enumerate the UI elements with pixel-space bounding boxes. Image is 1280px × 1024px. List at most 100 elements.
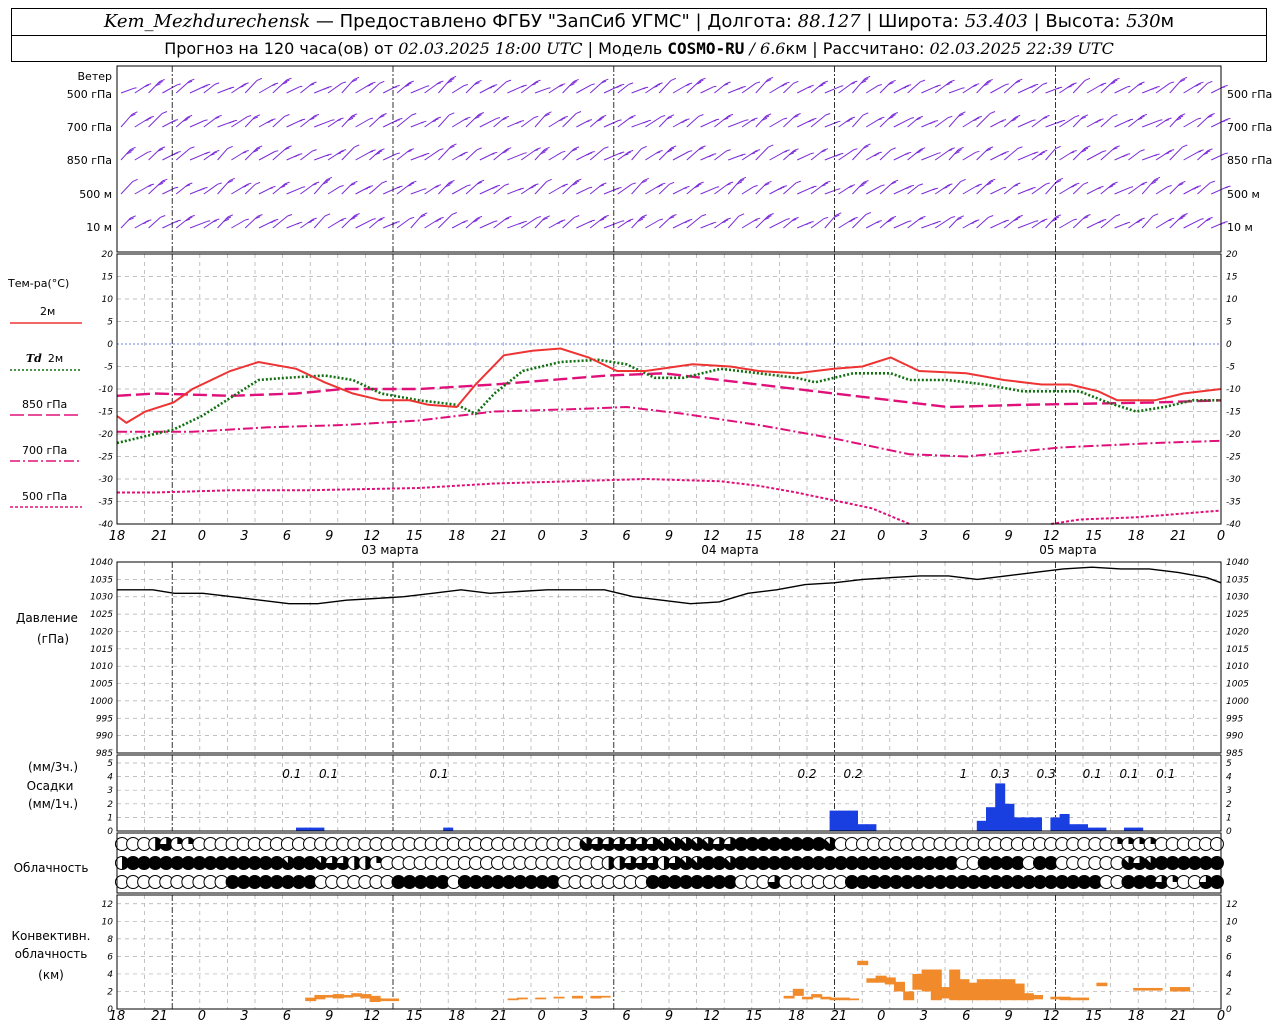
barb-feather: [1040, 151, 1045, 154]
x-tick-label: 21: [491, 1009, 508, 1024]
wind-barb: [769, 218, 790, 229]
barb-feather: [848, 118, 853, 121]
barb-feather: [656, 151, 661, 154]
barb-feather: [950, 79, 955, 83]
series-t500-tail: [1051, 509, 1222, 525]
wind-barb: [1072, 145, 1091, 161]
wind-barb: [300, 217, 317, 229]
barb-feather: [1072, 82, 1077, 85]
barb-feather: [1072, 150, 1077, 152]
barb-feather: [272, 185, 276, 188]
barb-shaft: [1183, 118, 1198, 128]
barb-feather: [177, 151, 181, 153]
barb-feather: [534, 149, 539, 152]
x-tick-label: 12: [363, 529, 380, 544]
wind-barb: [189, 83, 211, 94]
barb-feather: [1015, 182, 1021, 186]
wind-barb: [300, 81, 317, 94]
wind-barb: [162, 186, 179, 195]
wind-barb: [396, 180, 417, 195]
barb-feather: [311, 81, 317, 85]
pressure-tick-label: 1000: [1226, 697, 1249, 707]
precip-3h-total: 0.1: [1119, 767, 1138, 781]
x-tick-label: 18: [448, 529, 465, 544]
barb-feather: [494, 151, 498, 154]
barb-feather: [669, 181, 675, 185]
pressure-tick-label: 1005: [1226, 680, 1249, 690]
barb-feather: [1002, 152, 1007, 155]
barb-feather: [1075, 182, 1080, 185]
barb-feather: [204, 187, 208, 189]
wind-barb: [810, 113, 831, 128]
barb-shaft: [1072, 80, 1086, 94]
precip-tick-label: 0: [1226, 827, 1232, 837]
temp-tick-label: -20: [1226, 430, 1241, 440]
precip-3h-total: 0.1: [1083, 767, 1102, 781]
barb-feather: [326, 87, 329, 89]
wind-barb: [313, 176, 333, 195]
barb-feather: [1140, 217, 1145, 220]
temp-tick-label: -5: [1226, 363, 1235, 373]
barb-feather: [1170, 217, 1175, 220]
barb-feather: [793, 148, 799, 152]
barb-feather: [1152, 213, 1159, 217]
precip-3h-total: 0.1: [1156, 767, 1175, 781]
precip-bar: [986, 807, 996, 831]
wind-barb: [631, 119, 651, 128]
conv-tick-label: 6: [1226, 952, 1232, 962]
barb-feather: [202, 188, 205, 190]
wind-barb: [548, 183, 569, 195]
barb-feather: [161, 111, 168, 115]
barb-feather: [1224, 186, 1228, 189]
barb-shaft: [576, 187, 590, 195]
pressure-tick-label: 1030: [90, 593, 113, 603]
barb-feather: [738, 213, 745, 217]
barb-shaft: [658, 80, 672, 94]
wind-barb: [990, 119, 1007, 128]
precip-bar: [305, 827, 316, 831]
wind-barb: [1169, 76, 1188, 94]
x-tick-label: 21: [491, 529, 508, 544]
barb-feather: [1042, 149, 1048, 153]
barb-feather: [977, 115, 982, 118]
wind-barb: [755, 76, 774, 94]
barb-feather: [296, 222, 300, 225]
barb-feather: [1224, 221, 1228, 223]
wind-barb: [838, 216, 858, 229]
wind-barb: [1210, 84, 1228, 94]
barb-feather: [1114, 77, 1120, 81]
temp-tick-label: -15: [98, 408, 113, 418]
barb-feather: [506, 79, 512, 83]
x-tick-label: 0: [1217, 529, 1225, 544]
barb-feather: [299, 85, 303, 88]
barb-feather: [1099, 118, 1104, 121]
barb-feather: [1164, 119, 1170, 122]
barb-feather: [396, 221, 400, 223]
wind-barb: [907, 79, 926, 94]
temp-tick-label: -40: [1226, 520, 1241, 530]
precip-3h-total: 0.1: [282, 767, 301, 781]
barb-feather: [932, 188, 936, 191]
wind-barb: [852, 212, 871, 229]
barb-feather: [506, 147, 512, 150]
x-tick-label: 15: [1085, 1009, 1102, 1024]
barb-feather: [989, 111, 996, 115]
barb-feather: [932, 121, 936, 123]
barb-feather: [1067, 85, 1072, 88]
barb-feather: [533, 81, 539, 84]
barb-feather: [740, 87, 743, 89]
wind-barb: [1155, 185, 1172, 195]
temp-tick-label: -30: [1226, 475, 1241, 485]
barb-feather: [934, 85, 939, 88]
x-tick-label: 9: [665, 529, 673, 544]
wind-barb: [507, 84, 527, 94]
wind-barb: [976, 78, 993, 94]
wind-barb: [286, 153, 303, 161]
barb-feather: [212, 151, 217, 154]
precip-3h-total: 0.1: [319, 767, 338, 781]
barb-feather: [147, 219, 152, 222]
barb-feather: [795, 113, 801, 116]
wind-barb: [810, 216, 829, 229]
barb-feather: [947, 115, 953, 119]
wind-barb: [396, 80, 414, 94]
